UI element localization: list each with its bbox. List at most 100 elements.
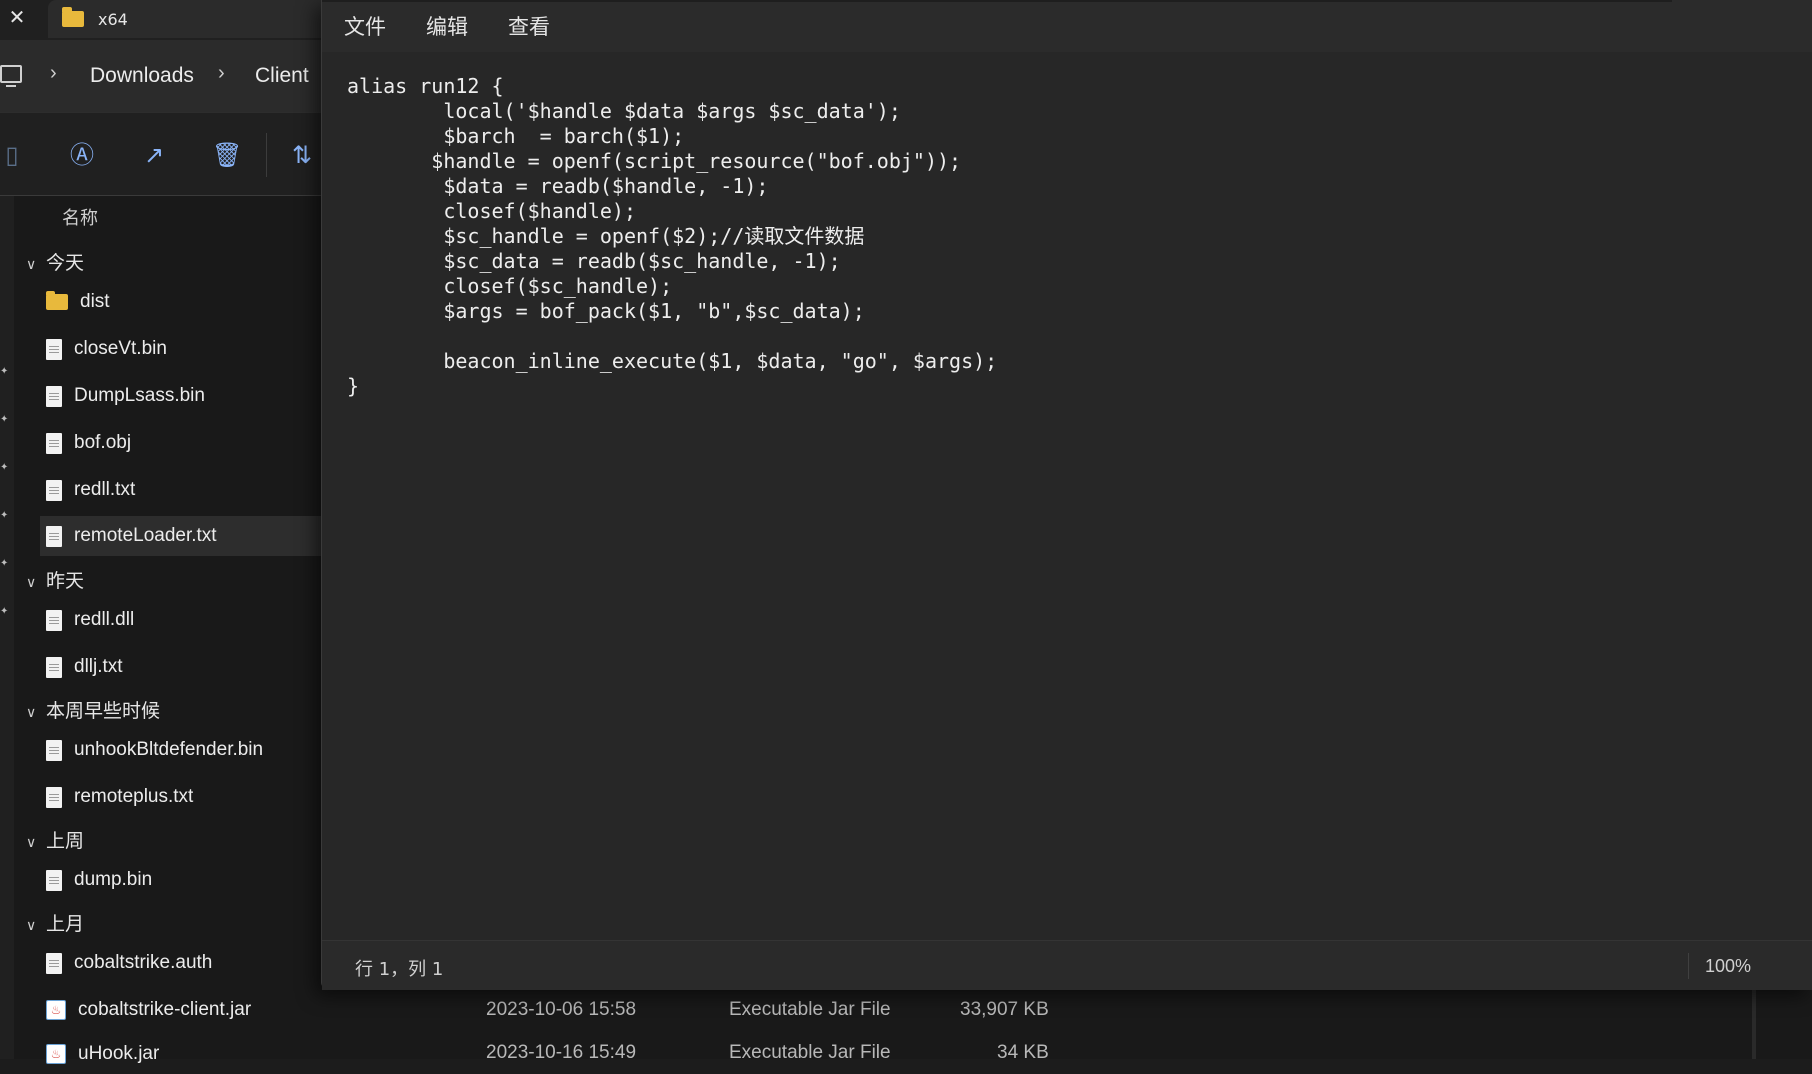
paste-icon[interactable]: ▯ — [0, 141, 26, 169]
file-name: redll.txt — [74, 479, 136, 500]
explorer-toolbar: ▯ Ⓐ ↗ 🗑 ⇅ — [0, 112, 330, 196]
list-item[interactable]: remoteplus.txt — [40, 777, 330, 817]
window-edge — [322, 0, 1672, 2]
chevron-right-icon[interactable]: › — [218, 62, 225, 85]
group-header[interactable]: ∨ 上周 — [26, 826, 84, 853]
folder-icon — [62, 7, 84, 27]
document-icon — [46, 869, 62, 891]
code-line: $barch = barch($1); — [347, 124, 685, 148]
file-name: cobaltstrike.auth — [74, 952, 213, 973]
file-name: unhookBltdefender.bin — [74, 739, 264, 760]
file-name: redll.dll — [74, 609, 135, 630]
menu-view[interactable]: 查看 — [508, 7, 550, 45]
menu-file[interactable]: 文件 — [344, 7, 386, 45]
zoom-level[interactable]: 100% — [1705, 956, 1751, 977]
list-item[interactable]: bof.obj — [40, 423, 330, 463]
file-name: dist — [80, 291, 110, 312]
file-name: dump.bin — [74, 869, 153, 890]
file-size: 34 KB — [997, 1042, 1049, 1063]
group-label: 上月 — [46, 913, 85, 935]
code-line: beacon_inline_execute($1, $data, "go", $… — [347, 349, 998, 373]
document-icon — [46, 656, 62, 678]
file-name: closeVt.bin — [74, 338, 167, 359]
file-name: remoteplus.txt — [74, 786, 194, 807]
list-item[interactable]: dist — [40, 282, 330, 322]
group-header[interactable]: ∨ 今天 — [26, 248, 84, 275]
file-date: 2023-10-16 15:49 — [486, 1042, 637, 1063]
chevron-right-icon[interactable]: › — [50, 62, 57, 85]
list-item-selected[interactable]: remoteLoader.txt — [40, 516, 330, 556]
pin-icon: ✦ — [0, 414, 9, 425]
this-pc-icon[interactable] — [0, 65, 22, 87]
status-bar: 行 1，列 1 100% — [322, 940, 1812, 990]
document-icon — [46, 525, 62, 547]
chevron-down-icon[interactable]: ∨ — [26, 575, 46, 591]
notepad-window: 文件 编辑 查看 alias run12 { local('$handle $d… — [321, 0, 1812, 990]
list-item[interactable]: redll.txt — [40, 470, 330, 510]
group-header[interactable]: ∨ 本周早些时候 — [26, 696, 160, 723]
code-line: $handle = openf(script_resource("bof.obj… — [347, 149, 962, 173]
group-header[interactable]: ∨ 上月 — [26, 909, 84, 936]
group-label: 本周早些时候 — [46, 700, 161, 722]
explorer-tab-bar: ✕ x64 — [0, 0, 330, 40]
chevron-down-icon[interactable]: ∨ — [26, 257, 46, 273]
pin-icon: ✦ — [0, 510, 9, 521]
toolbar-divider — [266, 133, 267, 177]
document-icon — [46, 385, 62, 407]
list-item[interactable]: DumpLsass.bin — [40, 376, 330, 416]
scrollbar[interactable] — [1752, 990, 1756, 1059]
code-line: closef($handle); — [347, 199, 636, 223]
java-icon: ♨ — [46, 1044, 66, 1064]
rename-icon[interactable]: Ⓐ — [68, 141, 96, 169]
file-type: Executable Jar File — [729, 999, 891, 1020]
code-line: $sc_data = readb($sc_handle, -1); — [347, 249, 841, 273]
chevron-down-icon[interactable]: ∨ — [26, 918, 46, 934]
code-line: local('$handle $data $args $sc_data'); — [347, 99, 901, 123]
menu-edit[interactable]: 编辑 — [426, 7, 468, 45]
list-item[interactable]: dllj.txt — [40, 647, 330, 687]
close-icon[interactable]: ✕ — [6, 6, 28, 28]
file-date: 2023-10-06 15:58 — [486, 999, 637, 1020]
list-item[interactable]: unhookBltdefender.bin — [40, 730, 330, 770]
pin-icon: ✦ — [0, 558, 9, 569]
code-line: alias run12 { — [347, 74, 504, 98]
explorer-tab[interactable]: x64 — [48, 0, 330, 38]
chevron-down-icon[interactable]: ∨ — [26, 835, 46, 851]
group-header[interactable]: ∨ 昨天 — [26, 566, 84, 593]
breadcrumb-client[interactable]: Client — [255, 64, 309, 88]
breadcrumb-downloads[interactable]: Downloads — [90, 64, 194, 88]
file-name: cobaltstrike-client.jar — [78, 999, 252, 1020]
java-icon: ♨ — [46, 1000, 66, 1020]
share-icon[interactable]: ↗ — [140, 141, 168, 169]
pin-icon: ✦ — [0, 606, 9, 617]
address-bar[interactable]: › Downloads › Client — [0, 40, 330, 112]
document-icon — [46, 479, 62, 501]
tab-title: x64 — [98, 9, 128, 29]
code-line: $data = readb($handle, -1); — [347, 174, 769, 198]
cursor-position: 行 1，列 1 — [355, 959, 444, 980]
document-icon — [46, 432, 62, 454]
list-item[interactable]: dump.bin — [40, 860, 330, 900]
file-type: Executable Jar File — [729, 1042, 891, 1063]
column-header-name[interactable]: 名称 — [62, 204, 98, 230]
chevron-down-icon[interactable]: ∨ — [26, 705, 46, 721]
document-icon — [46, 739, 62, 761]
group-label: 昨天 — [46, 570, 85, 592]
file-name: DumpLsass.bin — [74, 385, 205, 406]
folder-icon — [46, 291, 68, 310]
delete-icon[interactable]: 🗑 — [212, 141, 242, 169]
pin-icon: ✦ — [0, 366, 9, 377]
code-line: closef($sc_handle); — [347, 274, 673, 298]
code-line: } — [347, 374, 360, 398]
document-icon — [46, 338, 62, 360]
file-name: uHook.jar — [78, 1043, 160, 1064]
file-size: 33,907 KB — [960, 999, 1049, 1020]
list-item[interactable]: redll.dll — [40, 600, 330, 640]
list-item[interactable]: closeVt.bin — [40, 329, 330, 369]
text-editor[interactable]: alias run12 { local('$handle $data $args… — [322, 52, 1812, 940]
document-icon — [46, 786, 62, 808]
list-item[interactable]: cobaltstrike.auth — [40, 943, 330, 983]
sort-icon[interactable]: ⇅ — [288, 141, 316, 169]
document-icon — [46, 609, 62, 631]
